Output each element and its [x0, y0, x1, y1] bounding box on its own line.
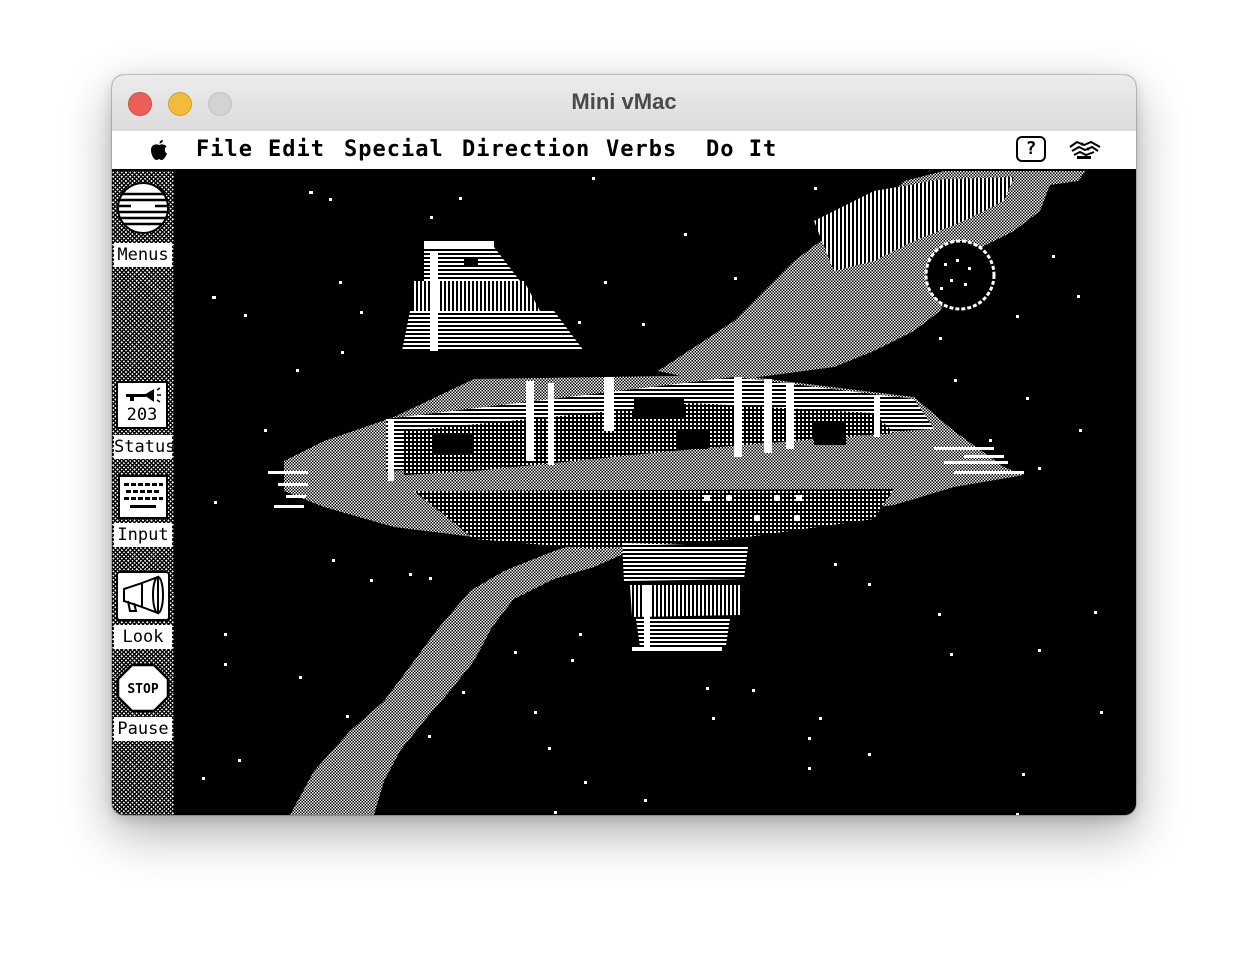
look-label: Look [114, 625, 172, 649]
menu-bar: File Edit Special Direction Verbs Do It … [112, 131, 1136, 171]
window-title: Mini vMac [571, 89, 677, 114]
emulator-screen: File Edit Special Direction Verbs Do It … [112, 131, 1136, 815]
command-sidebar: Menus 203 Status Input Look STOP Pause [112, 171, 176, 815]
help-label: ? [1025, 138, 1037, 159]
menu-edit[interactable]: Edit [268, 137, 325, 162]
pause-label: Pause [114, 717, 172, 741]
title-bar: Mini vMac [112, 75, 1136, 132]
planet-icon [924, 239, 996, 311]
menu-verbs[interactable]: Verbs [606, 137, 677, 162]
stop-sign-icon[interactable]: STOP [116, 663, 170, 713]
status-trumpet-icon [126, 387, 161, 403]
app-window: Mini vMac File Edit Special Direction Ve… [112, 75, 1136, 815]
menus-label: Menus [114, 243, 172, 267]
menus-globe-icon[interactable] [116, 181, 170, 235]
megaphone-icon[interactable] [116, 571, 170, 621]
keyboard-icon[interactable] [118, 475, 168, 519]
status-box[interactable]: 203 [116, 381, 168, 429]
status-score: 203 [126, 405, 158, 425]
apple-icon[interactable] [148, 138, 170, 162]
help-icon[interactable]: ? [1016, 136, 1046, 162]
menu-do-it[interactable]: Do It [706, 137, 777, 162]
handshake-icon[interactable] [1068, 137, 1102, 163]
status-label: Status [114, 435, 176, 459]
input-label: Input [114, 523, 172, 547]
game-scene[interactable] [174, 171, 1136, 815]
menu-file[interactable]: File [196, 137, 253, 162]
menu-special[interactable]: Special [344, 137, 444, 162]
stop-sign-text: STOP [127, 682, 158, 697]
menu-direction[interactable]: Direction [462, 137, 590, 162]
